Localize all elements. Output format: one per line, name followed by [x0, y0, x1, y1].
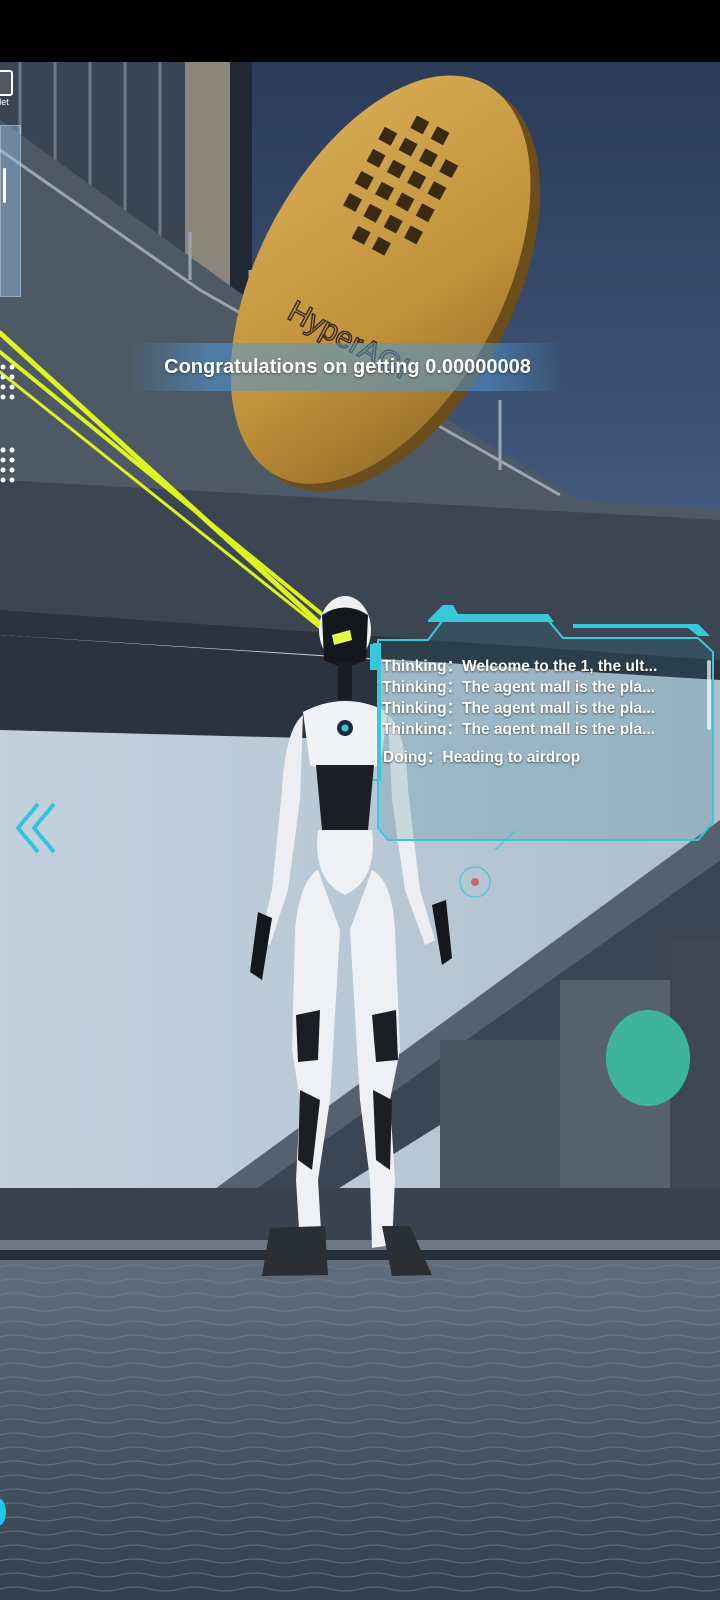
- doing-status: Doing：Heading to airdrop: [383, 749, 581, 766]
- thought-line: Thinking：Welcome to the 1, the ult...: [382, 658, 658, 675]
- side-panel-tab[interactable]: [0, 125, 21, 297]
- game-viewport[interactable]: HyperAGI et Congratulations on getting 0…: [0, 0, 720, 1600]
- wallet-icon: [0, 70, 13, 96]
- status-bar: [0, 0, 720, 62]
- reward-toast: Congratulations on getting 0.00000008: [130, 343, 565, 391]
- thought-log-scrollbar[interactable]: [707, 660, 711, 730]
- target-marker-icon: [459, 866, 491, 898]
- thought-line: Thinking：The agent mall is the pla...: [382, 721, 656, 735]
- wallet-label: llet: [0, 97, 9, 107]
- double-chevron-left-icon[interactable]: [14, 800, 62, 856]
- grid-menu-icon[interactable]: [0, 362, 20, 412]
- more-options-icon[interactable]: [0, 445, 20, 495]
- side-panel-handle[interactable]: [3, 168, 6, 203]
- wallet-button[interactable]: llet: [0, 70, 14, 107]
- thought-line: Thinking：The agent mall is the pla...: [382, 679, 656, 696]
- thought-line: Thinking：The agent mall is the pla...: [382, 700, 656, 717]
- reward-toast-text: Congratulations on getting 0.00000008: [164, 355, 531, 378]
